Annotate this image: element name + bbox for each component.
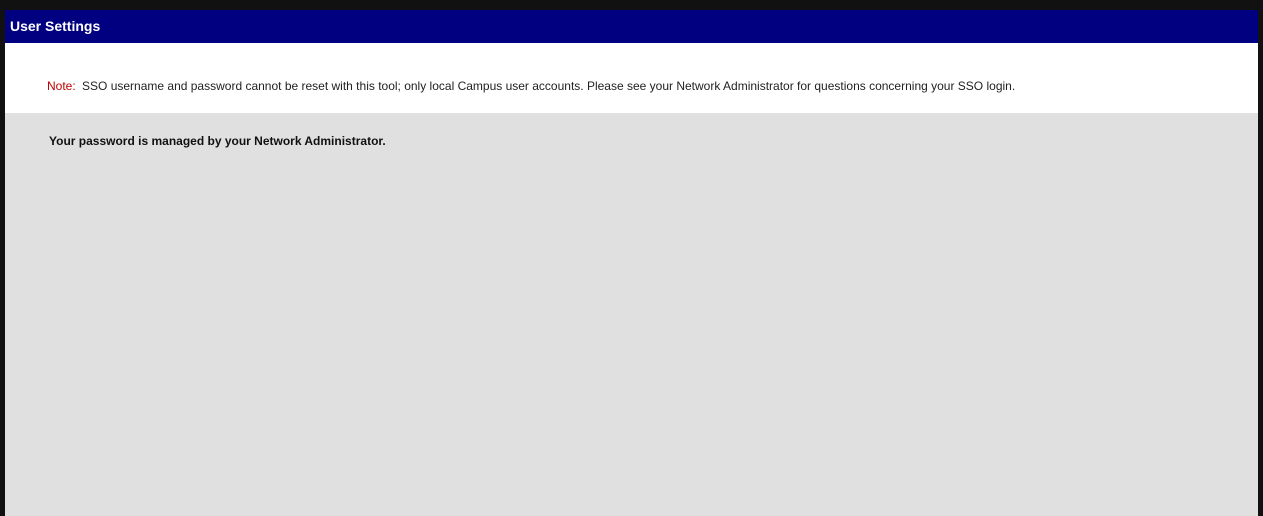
password-managed-message: Your password is managed by your Network… [49, 134, 386, 148]
note-label: Note: [47, 79, 76, 93]
note-text: SSO username and password cannot be rese… [82, 79, 1016, 93]
window-title: User Settings [10, 18, 101, 34]
content-panel: Your password is managed by your Network… [5, 113, 1258, 516]
user-settings-window: User Settings Note: SSO username and pas… [0, 0, 1263, 516]
title-bar: User Settings [5, 10, 1258, 43]
note-section: Note: SSO username and password cannot b… [5, 43, 1258, 113]
